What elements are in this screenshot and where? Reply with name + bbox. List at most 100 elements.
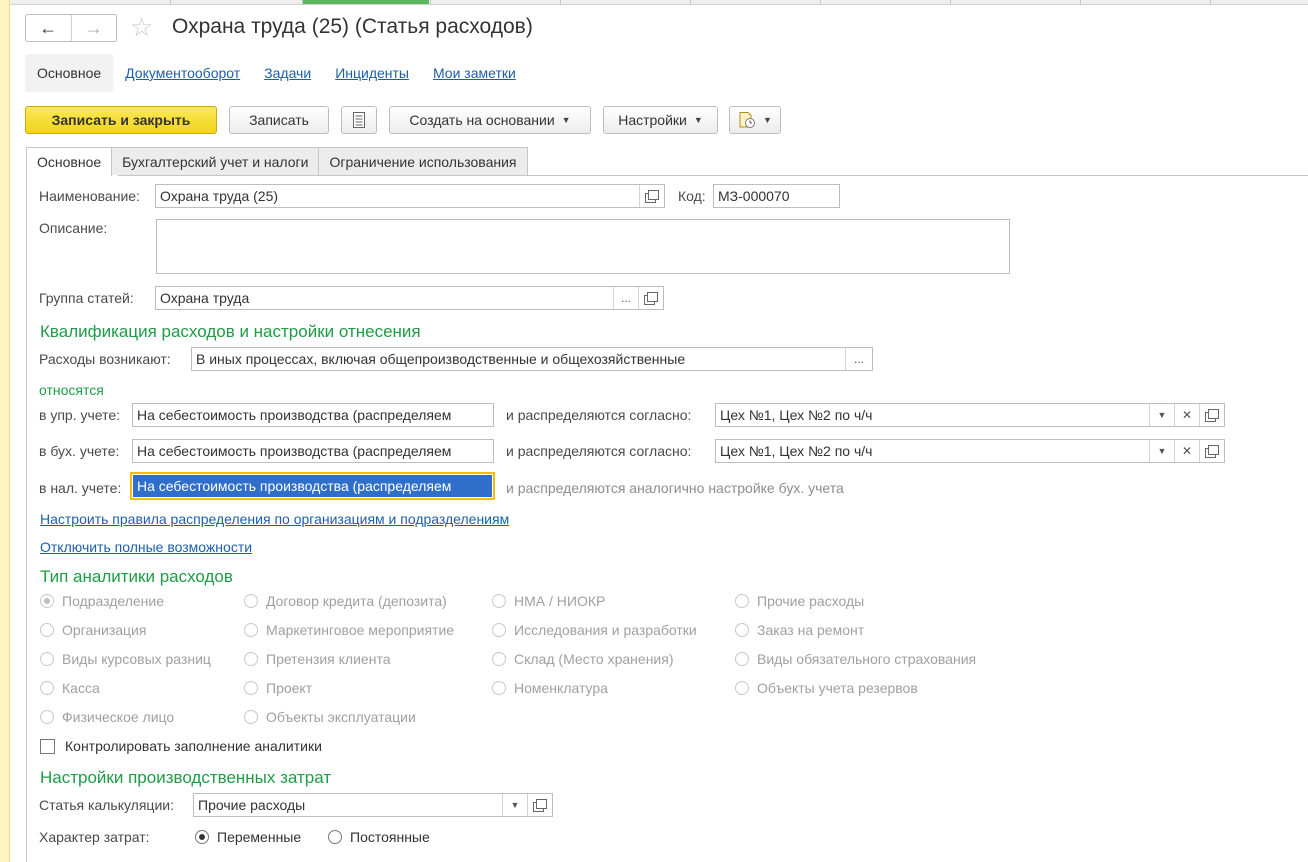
mgmt-dist-field[interactable]: Цех №1, Цех №2 по ч/ч ▼ ✕ (715, 403, 1225, 427)
radio-dot (244, 623, 258, 637)
radio-cash[interactable]: Касса (40, 680, 100, 696)
mgmt-field[interactable]: На себестоимость производства (распредел… (132, 403, 494, 427)
section-tabs: Основное Документооборот Задачи Инцидент… (25, 53, 528, 93)
radio-dot (244, 681, 258, 695)
radio-dot (735, 681, 749, 695)
code-field[interactable]: МЗ-000070 (713, 184, 840, 208)
window-tab-separator (1080, 0, 1081, 5)
open-icon[interactable] (1199, 404, 1224, 426)
name-field[interactable]: Охрана труда (25) (155, 184, 665, 208)
radio-repair-order[interactable]: Заказ на ремонт (735, 622, 864, 638)
radio-dot (328, 830, 342, 844)
radio-intangible[interactable]: НМА / НИОКР (492, 593, 605, 609)
create-based-on-button[interactable]: Создать на основании ▼ (389, 106, 591, 134)
settings-label: Настройки (618, 112, 687, 128)
radio-label: Касса (62, 680, 100, 696)
relate-label: относятся (39, 382, 104, 398)
radio-exchange-diff[interactable]: Виды курсовых разниц (40, 651, 211, 667)
radio-project[interactable]: Проект (244, 680, 312, 696)
acc-field[interactable]: На себестоимость производства (распредел… (132, 439, 494, 463)
document-list-button[interactable] (341, 106, 377, 134)
disable-full-features-link[interactable]: Отключить полные возможности (40, 539, 252, 555)
production-heading: Настройки производственных затрат (40, 768, 332, 787)
radio-other-expenses[interactable]: Прочие расходы (735, 593, 864, 609)
configure-rules-link[interactable]: Настроить правила распределения по орган… (40, 511, 509, 527)
radio-dot (735, 623, 749, 637)
radio-person[interactable]: Физическое лицо (40, 709, 174, 725)
radio-organization[interactable]: Организация (40, 622, 146, 638)
clear-icon[interactable]: ✕ (1174, 440, 1199, 462)
tab-accounting-taxes[interactable]: Бухгалтерский учет и налоги (111, 147, 320, 175)
section-tab-notes[interactable]: Мои заметки (421, 54, 528, 92)
radio-label: Подразделение (62, 593, 165, 609)
acc-dist-field[interactable]: Цех №1, Цех №2 по ч/ч ▼ ✕ (715, 439, 1225, 463)
report-clock-icon (739, 112, 756, 128)
clear-icon[interactable]: ✕ (1174, 404, 1199, 426)
window-tabs-strip (10, 0, 1308, 5)
radio-claim[interactable]: Претензия клиента (244, 651, 390, 667)
radio-reserves[interactable]: Объекты учета резервов (735, 680, 918, 696)
radio-warehouse[interactable]: Склад (Место хранения) (492, 651, 674, 667)
radio-research[interactable]: Исследования и разработки (492, 622, 697, 638)
nav-buttons: ← → (25, 14, 117, 42)
radio-dot (244, 652, 258, 666)
select-button[interactable]: ... (845, 348, 872, 370)
radio-dot (40, 623, 54, 637)
window-tab-active[interactable] (303, 0, 429, 4)
chevron-down-icon[interactable]: ▼ (502, 794, 527, 816)
radio-insurance[interactable]: Виды обязательного страхования (735, 651, 976, 667)
radio-operation-objects[interactable]: Объекты эксплуатации (244, 709, 416, 725)
code-label: Код: (678, 188, 706, 204)
radio-dot (40, 594, 54, 608)
tab-main[interactable]: Основное (26, 147, 113, 176)
mgmt-value: На себестоимость производства (распредел… (137, 407, 452, 423)
costing-field[interactable]: Прочие расходы ▼ (193, 793, 553, 817)
radio-credit-contract[interactable]: Договор кредита (депозита) (244, 593, 447, 609)
star-icon[interactable]: ☆ (130, 13, 158, 41)
chevron-down-icon[interactable]: ▼ (1149, 404, 1174, 426)
radio-marketing[interactable]: Маркетинговое мероприятие (244, 622, 454, 638)
radio-label: Маркетинговое мероприятие (266, 622, 455, 638)
chevron-down-icon[interactable]: ▼ (1149, 440, 1174, 462)
radio-fixed[interactable]: Постоянные (328, 829, 430, 845)
radio-variable[interactable]: Переменные (195, 829, 301, 845)
reports-button[interactable]: ▼ (729, 106, 781, 134)
name-label: Наименование: (39, 188, 140, 204)
section-tab-docflow[interactable]: Документооборот (113, 54, 252, 92)
acc-dist-label: и распределяются согласно: (506, 443, 692, 459)
arise-field[interactable]: В иных процессах, включая общепроизводст… (191, 347, 873, 371)
settings-button[interactable]: Настройки ▼ (603, 106, 718, 134)
description-field[interactable] (156, 219, 1010, 274)
radio-label: Объекты эксплуатации (266, 709, 416, 725)
open-icon[interactable] (639, 185, 664, 207)
section-tab-tasks[interactable]: Задачи (252, 54, 323, 92)
open-icon[interactable] (1199, 440, 1224, 462)
section-tab-incidents[interactable]: Инциденты (323, 54, 421, 92)
radio-subdivision[interactable]: Подразделение (40, 593, 164, 609)
window-tab-separator (690, 0, 691, 5)
control-analytics-checkbox[interactable]: Контролировать заполнение аналитики (40, 738, 322, 754)
code-value: МЗ-000070 (718, 188, 790, 204)
select-button[interactable]: ... (613, 287, 638, 309)
tax-field[interactable]: На себестоимость производства (распредел… (130, 472, 495, 500)
save-button[interactable]: Записать (229, 106, 329, 134)
open-icon[interactable] (638, 287, 663, 309)
window-tab-separator (950, 0, 951, 5)
radio-dot (492, 652, 506, 666)
control-analytics-label: Контролировать заполнение аналитики (65, 738, 322, 754)
tab-divider (118, 175, 1308, 176)
radio-label: Организация (62, 622, 147, 638)
radio-nomenclature[interactable]: Номенклатура (492, 680, 608, 696)
tax-label: в нал. учете: (39, 480, 122, 496)
left-panel-edge (0, 0, 10, 862)
arrow-left-icon[interactable]: ← (26, 15, 71, 41)
save-and-close-button[interactable]: Записать и закрыть (25, 106, 217, 134)
radio-label: Прочие расходы (757, 593, 865, 609)
group-field[interactable]: Охрана труда ... (155, 286, 664, 310)
open-icon[interactable] (527, 794, 552, 816)
tab-usage-restriction[interactable]: Ограничение использования (318, 147, 528, 175)
section-tab-main[interactable]: Основное (25, 54, 114, 92)
arrow-right-icon[interactable]: → (70, 15, 117, 41)
window-tab-separator (820, 0, 821, 5)
radio-label: Постоянные (350, 829, 430, 845)
